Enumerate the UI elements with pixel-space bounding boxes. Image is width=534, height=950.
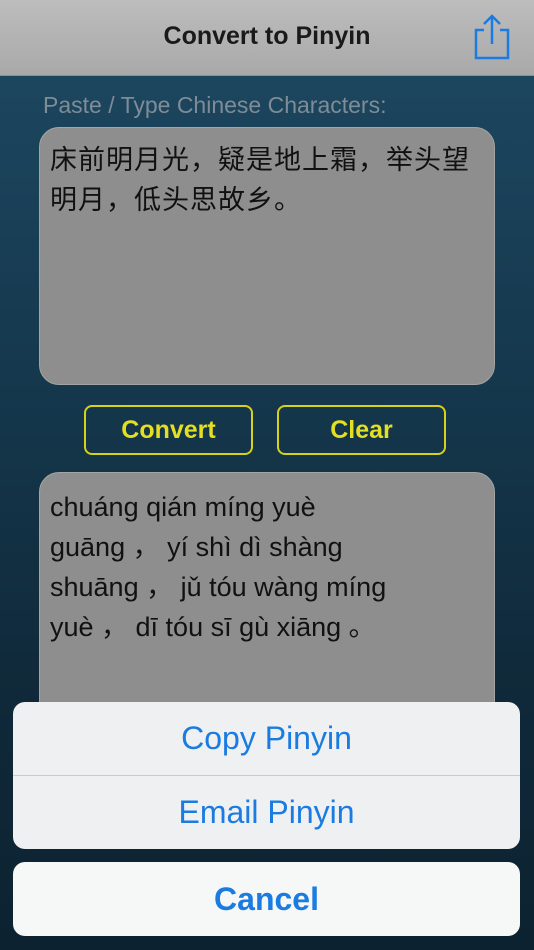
action-sheet: Copy Pinyin Email Pinyin <box>13 702 520 849</box>
email-pinyin-button[interactable]: Email Pinyin <box>13 776 520 849</box>
copy-pinyin-button[interactable]: Copy Pinyin <box>13 702 520 775</box>
pinyin-line: chuáng qián míng yuè <box>50 492 316 522</box>
pinyin-line: guāng ， yí shì dì shàng <box>50 532 343 562</box>
cancel-button[interactable]: Cancel <box>13 862 520 936</box>
page-title: Convert to Pinyin <box>163 22 371 50</box>
clear-button[interactable]: Clear <box>277 405 446 455</box>
share-icon <box>474 14 510 60</box>
convert-button[interactable]: Convert <box>84 405 253 455</box>
pinyin-line: yuè ， dī tóu sī gù xiāng 。 <box>50 612 376 642</box>
chinese-input-field[interactable]: 床前明月光，疑是地上霜，举头望明月，低头思故乡。 <box>39 127 495 385</box>
pinyin-output-field: chuáng qián míng yuè guāng ， yí shì dì s… <box>39 472 495 732</box>
navigation-bar: Convert to Pinyin <box>0 0 534 76</box>
share-button[interactable] <box>470 12 514 62</box>
pinyin-line: shuāng ， jǔ tóu wàng míng <box>50 572 387 602</box>
input-label: Paste / Type Chinese Characters: <box>43 92 387 118</box>
